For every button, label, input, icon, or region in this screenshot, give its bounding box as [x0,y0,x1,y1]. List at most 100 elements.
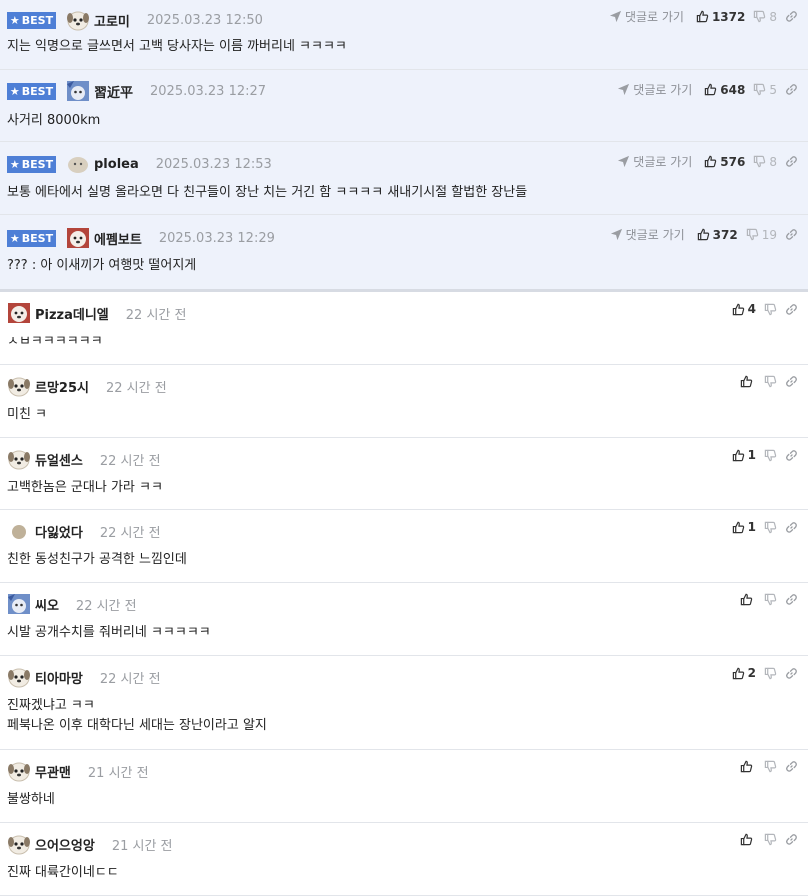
photo-avatar[interactable] [7,593,31,615]
downvote-button[interactable]: 8 [753,10,777,24]
go-to-reply-button[interactable]: 댓글로 가기 [609,8,684,25]
share-link-button[interactable] [785,593,798,606]
share-link-button[interactable] [785,10,798,23]
dog-avatar[interactable] [7,833,31,855]
downvote-button[interactable] [764,593,777,606]
upvote-button[interactable] [740,833,756,846]
share-link-button[interactable] [785,228,798,241]
dog-avatar[interactable] [7,448,31,470]
downvote-button[interactable] [764,375,777,388]
blob-avatar[interactable] [66,153,90,175]
upvote-button[interactable]: 1 [732,520,756,534]
downvote-button[interactable]: 8 [753,155,777,169]
downvote-button[interactable] [764,303,777,316]
downvote-button[interactable] [764,449,777,462]
best-comment-list: ★ BEST 고로미 2025.03.23 12:50 지는 익명으로 글쓰면서 … [0,0,808,292]
dog-avatar[interactable] [7,666,31,688]
author-name[interactable]: 으어으엉앙 [35,835,95,854]
author-name[interactable]: 무관맨 [35,762,71,781]
share-link-button[interactable] [785,521,798,534]
upvote-button[interactable]: 648 [704,83,745,97]
comment-text: 보통 에타에서 실명 올라오면 다 친구들이 장난 치는 거긴 함 ㅋㅋㅋㅋ 새… [7,185,528,200]
comment: 르망25시 22 시간 전 미친 ㅋ [0,365,808,438]
comment-text: 고백한놈은 군대나 가라 ㅋㅋ [7,478,163,498]
comment-time: 2025.03.23 12:53 [155,156,272,172]
thumbs-up-icon [732,303,745,316]
upvote-button[interactable]: 4 [732,302,756,316]
best-comment: ★ BEST 고로미 2025.03.23 12:50 지는 익명으로 글쓰면서 … [0,0,808,70]
author-name[interactable]: 씨오 [35,595,59,614]
share-link-button[interactable] [785,667,798,680]
comment-line: 불쌍하네 [7,792,55,807]
share-link-button[interactable] [785,760,798,773]
upvote-button[interactable]: 2 [732,666,756,680]
share-link-button[interactable] [785,155,798,168]
share-link-button[interactable] [785,303,798,316]
link-icon [785,155,798,168]
author-name[interactable]: 에펨보트 [94,229,142,248]
best-comment: ★ BEST 에펨보트 2025.03.23 12:29 ??? : 아 이새끼가… [0,215,808,292]
downvote-button[interactable] [764,760,777,773]
comment-time: 2025.03.23 12:27 [150,83,267,99]
comment-text: 지는 익명으로 글쓰면서 고백 당사자는 이름 까버리네 ㅋㅋㅋㅋ [7,39,347,54]
dog-avatar[interactable] [66,9,90,31]
star-icon: ★ [9,231,20,245]
comment-actions: 댓글로 가기 648 5 [617,81,798,98]
author-name[interactable]: 듀얼센스 [35,450,83,469]
share-link-button[interactable] [785,449,798,462]
upvote-button[interactable]: 576 [704,155,745,169]
circle-avatar[interactable] [7,520,31,542]
comment: Pizza데니엘 22 시간 전 ㅅㅂㅋㅋㅋㅋㅋㅋ 4 [0,292,808,365]
upvote-button[interactable]: 1372 [696,10,745,24]
best-comment: ★ BEST 習近平 2025.03.23 12:27 사거리 8000km 댓글… [0,70,808,142]
thumbs-up-icon [740,833,753,846]
go-to-reply-button[interactable]: 댓글로 가기 [617,153,692,170]
share-link-button[interactable] [785,833,798,846]
upvote-button[interactable] [740,760,756,773]
upvote-button[interactable] [740,375,756,388]
share-link-button[interactable] [785,375,798,388]
upvote-button[interactable]: 372 [697,228,738,242]
author-name[interactable]: 르망25시 [35,377,89,396]
downvote-button[interactable]: 19 [746,228,777,242]
link-icon [785,83,798,96]
author-name[interactable]: plolea [94,157,139,172]
thumbs-up-icon [740,593,753,606]
downvote-button[interactable]: 5 [753,83,777,97]
upvote-button[interactable]: 1 [732,448,756,462]
bear-avatar[interactable] [7,302,31,324]
comment-header: 무관맨 21 시간 전 [7,760,149,782]
comment-time: 22 시간 전 [125,307,187,323]
thumbs-down-icon [764,593,777,606]
photo-avatar[interactable] [66,80,90,102]
dog-avatar[interactable] [7,375,31,397]
upvote-button[interactable] [740,593,756,606]
thumbs-down-icon [764,833,777,846]
downvote-button[interactable] [764,667,777,680]
comment-time: 22 시간 전 [75,598,137,614]
link-icon [785,449,798,462]
thumbs-down-icon [764,303,777,316]
comment-time: 21 시간 전 [111,838,173,854]
share-link-button[interactable] [785,83,798,96]
author-name[interactable]: 習近平 [94,82,133,101]
best-badge: ★ BEST [7,82,56,100]
star-icon: ★ [9,84,20,98]
thumbs-down-icon [764,521,777,534]
downvote-button[interactable] [764,833,777,846]
comment-line: 진짜겠냐고 ㅋㅋ [7,698,95,713]
author-name[interactable]: Pizza데니엘 [35,304,109,323]
author-name[interactable]: 티아마망 [35,668,83,687]
comment: 으어으엉앙 21 시간 전 진짜 대륙간이네ㄷㄷ [0,823,808,896]
dog-avatar[interactable] [7,760,31,782]
go-to-reply-button[interactable]: 댓글로 가기 [610,226,685,243]
thumbs-up-icon [732,449,745,462]
comment-line: 고백한놈은 군대나 가라 ㅋㅋ [7,480,163,495]
bear-avatar[interactable] [66,227,90,249]
go-to-reply-button[interactable]: 댓글로 가기 [617,81,692,98]
comment-time: 22 시간 전 [99,453,161,469]
downvote-button[interactable] [764,521,777,534]
author-name[interactable]: 다잃었다 [35,522,83,541]
author-name[interactable]: 고로미 [94,11,130,30]
link-icon [785,228,798,241]
